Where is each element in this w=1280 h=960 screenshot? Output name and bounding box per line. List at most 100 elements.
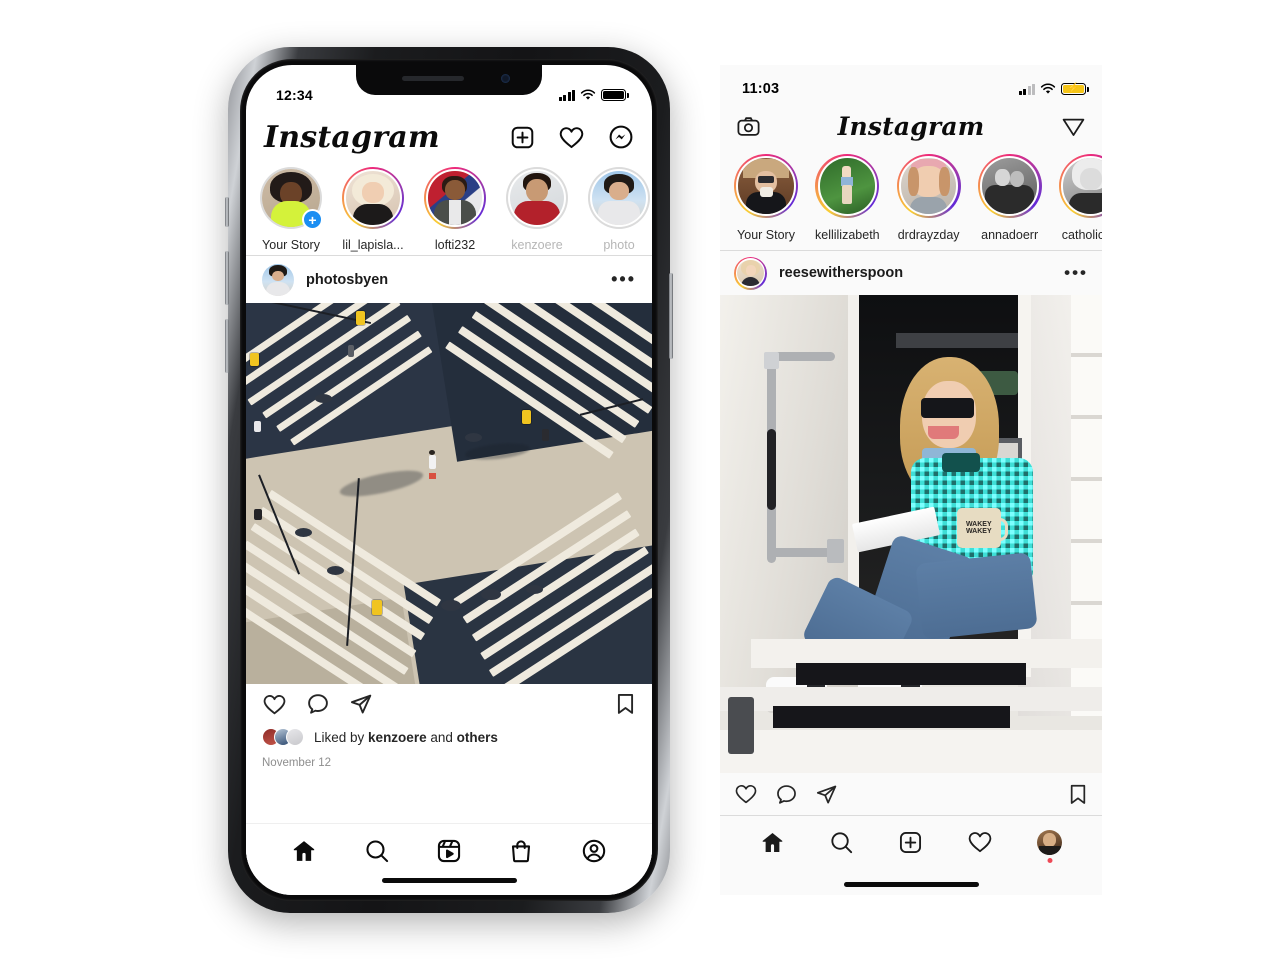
tab-activity[interactable]	[967, 830, 993, 854]
story-item-drdrayzday[interactable]: drdrayzday	[896, 154, 961, 250]
add-story-badge[interactable]: +	[302, 209, 323, 230]
story-label: kellilizabeth	[815, 228, 880, 242]
left-header-actions	[510, 124, 634, 150]
post-action-bar	[246, 684, 652, 724]
tab-reels[interactable]	[436, 838, 462, 864]
right-phone-screenshot: 11:03 ⚡ Instagram Your Story kellilizabe…	[720, 65, 1102, 895]
left-tabbar-container	[246, 823, 652, 895]
left-app-header: Instagram	[246, 111, 652, 163]
post-date: November 12	[262, 757, 332, 769]
earpiece-speaker	[402, 76, 464, 81]
story-item-lil-lapisla[interactable]: lil_lapisla...	[342, 167, 404, 255]
story-label: Your Story	[737, 228, 795, 242]
share-button[interactable]	[815, 783, 838, 806]
instagram-logo: Instagram	[837, 112, 985, 141]
story-label: Your Story	[262, 238, 320, 252]
save-button[interactable]	[1068, 783, 1088, 806]
like-button[interactable]	[262, 693, 287, 716]
battery-charging-icon: ⚡	[1061, 83, 1089, 95]
post-header: photosbyen •••	[246, 256, 652, 303]
post-image[interactable]	[246, 303, 652, 684]
story-label: annadoerr	[981, 228, 1039, 242]
story-label: drdrayzday	[897, 228, 960, 242]
tab-home[interactable]	[291, 838, 317, 864]
post-action-bar	[720, 773, 1102, 815]
tab-home[interactable]	[760, 830, 785, 855]
post-header: reesewitherspoon •••	[720, 251, 1102, 295]
like-button[interactable]	[734, 783, 758, 805]
right-app-header: Instagram	[720, 103, 1102, 150]
screenshot-canvas: 12:34 Instagram + Your Story lil_lapisla…	[0, 0, 1280, 960]
avatar-icon	[1037, 829, 1062, 855]
volume-down-button[interactable]	[225, 319, 229, 373]
story-item-kellilizabeth[interactable]: kellilizabeth	[815, 154, 880, 250]
left-phone-screen: 12:34 Instagram + Your Story lil_lapisla…	[246, 65, 652, 895]
wifi-icon	[580, 89, 596, 100]
likes-text: Liked by kenzoere and others	[314, 730, 498, 745]
mute-switch[interactable]	[225, 197, 229, 227]
tab-profile[interactable]	[581, 838, 607, 864]
signal-bars-icon	[1018, 83, 1035, 95]
left-tabbar[interactable]	[246, 824, 652, 878]
home-indicator[interactable]	[381, 878, 517, 883]
wifi-icon	[1040, 83, 1056, 94]
heart-icon[interactable]	[558, 125, 585, 150]
more-options-icon[interactable]: •••	[611, 269, 636, 290]
story-item-your-story[interactable]: + Your Story	[260, 167, 323, 255]
tab-shop[interactable]	[508, 838, 534, 864]
post-image[interactable]: WAKEY WAKEY	[720, 295, 1102, 773]
story-item-kenzoere[interactable]: kenzoere	[506, 167, 568, 255]
status-indicators	[558, 89, 629, 101]
notch	[356, 65, 542, 95]
story-label: lofti232	[434, 238, 476, 252]
signal-bars-icon	[558, 89, 575, 101]
plus-box-icon[interactable]	[510, 125, 535, 150]
battery-full-icon	[601, 89, 629, 101]
likes-prefix: Liked by	[314, 729, 369, 745]
left-phone-bezel: 12:34 Instagram + Your Story lil_lapisla…	[240, 59, 658, 901]
story-item-catholicwif[interactable]: catholicwif	[1058, 154, 1102, 250]
likers-facepile	[262, 728, 304, 746]
mug-text-line1: WAKEY	[965, 520, 992, 528]
tab-add[interactable]	[898, 830, 923, 855]
home-indicator[interactable]	[843, 882, 979, 887]
front-camera-icon	[501, 74, 510, 83]
notification-badge	[1047, 857, 1052, 863]
left-phone-mockup: 12:34 Instagram + Your Story lil_lapisla…	[225, 47, 673, 913]
post-author-avatar[interactable]	[262, 263, 294, 296]
story-item-your-story[interactable]: Your Story	[734, 154, 798, 250]
story-item-annadoerr[interactable]: annadoerr	[977, 154, 1042, 250]
story-label: photo	[603, 238, 635, 252]
paper-plane-icon[interactable]	[1061, 114, 1086, 139]
left-stories-tray[interactable]: + Your Story lil_lapisla... lofti232 ken…	[246, 163, 652, 255]
comment-button[interactable]	[775, 783, 798, 806]
mug-text-line2: WAKEY	[965, 528, 992, 536]
comment-button[interactable]	[306, 692, 330, 716]
tab-search[interactable]	[829, 830, 854, 855]
right-stories-tray[interactable]: Your Story kellilizabeth drdrayzday anna…	[720, 150, 1102, 250]
instagram-logo: Instagram	[264, 119, 440, 155]
volume-up-button[interactable]	[225, 251, 229, 305]
likes-middle: and	[426, 729, 457, 745]
camera-icon[interactable]	[736, 114, 761, 139]
post-username[interactable]: photosbyen	[306, 272, 388, 288]
messenger-icon[interactable]	[608, 124, 634, 150]
tab-search[interactable]	[364, 838, 390, 864]
story-label: kenzoere	[511, 238, 563, 252]
more-options-icon[interactable]: •••	[1064, 263, 1088, 283]
right-tabbar[interactable]	[720, 816, 1102, 868]
power-button[interactable]	[669, 273, 673, 359]
story-label: lil_lapisla...	[342, 238, 404, 252]
status-time: 12:34	[276, 87, 313, 103]
post-author-avatar[interactable]	[734, 256, 767, 290]
save-button[interactable]	[615, 692, 636, 716]
likes-others[interactable]: others	[457, 730, 498, 745]
post-username[interactable]: reesewitherspoon	[779, 265, 903, 281]
share-button[interactable]	[349, 692, 373, 716]
story-label: catholicwif	[1061, 228, 1102, 242]
tab-profile[interactable]	[1037, 829, 1062, 863]
likes-username[interactable]: kenzoere	[368, 730, 427, 745]
status-indicators: ⚡	[1018, 83, 1089, 95]
story-item-lofti232[interactable]: lofti232	[424, 167, 486, 255]
story-item-photo[interactable]: photo	[588, 167, 650, 255]
